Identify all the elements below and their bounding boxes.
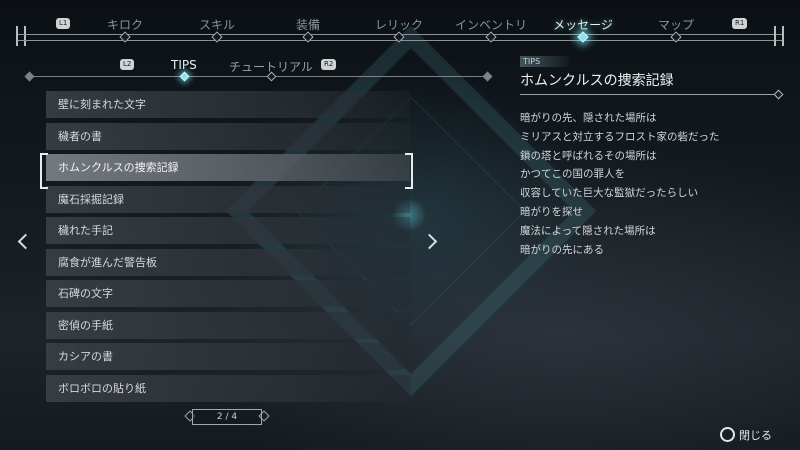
previous-page-arrow-icon[interactable]: [17, 233, 34, 250]
detail-body: 暗がりの先、隠された場所は ミリアスと対立するフロスト家の砦だった 鎖の塔と呼ば…: [520, 109, 782, 259]
detail-line: ミリアスと対立するフロスト家の砦だった: [520, 130, 720, 143]
l1-button-badge[interactable]: L1: [56, 18, 71, 29]
r1-button-badge[interactable]: R1: [732, 18, 748, 29]
sub-tab-rule-end-left: [24, 71, 35, 82]
detail-line: かつてこの国の罪人を: [520, 168, 625, 181]
list-item[interactable]: 魔石採掘記録: [46, 185, 410, 213]
list-item[interactable]: 穢者の書: [46, 122, 410, 150]
detail-line: 鎖の塔と呼ばれるその場所は: [520, 149, 657, 162]
top-tab-bar: L1 R1 キロク スキル 装備 レリック インベントリ メッセージ マップ: [0, 0, 800, 48]
circle-button-icon: [720, 427, 735, 442]
detail-pane: TIPS ホムンクルスの捜索記録 暗がりの先、隠された場所は ミリアスと対立する…: [520, 56, 784, 259]
detail-category-tag: TIPS: [520, 56, 569, 67]
list-item[interactable]: ボロボロの貼り紙: [46, 374, 410, 402]
sub-tab-rule-end-right: [482, 71, 493, 82]
detail-title-rule: [520, 89, 784, 100]
sub-tab-bar: L2 TIPS チュートリアル R2: [24, 54, 493, 82]
detail-title: ホムンクルスの捜索記録: [520, 73, 674, 89]
detail-line: 暗がりを探せ: [520, 205, 583, 218]
list-item[interactable]: カシアの書: [46, 343, 410, 370]
r2-button-badge[interactable]: R2: [321, 59, 337, 70]
selection-bracket-right: [405, 153, 413, 189]
sub-tab-node-tips: [179, 71, 190, 82]
page-number: 2 / 4: [192, 409, 262, 425]
list-item[interactable]: 壁に刻まれた文字: [46, 91, 410, 118]
detail-line: 暗がりの先にある: [520, 243, 604, 256]
tab-tips[interactable]: TIPS: [171, 58, 197, 72]
tab-bar-right-cap: [774, 26, 784, 46]
detail-line: 魔法によって隠された場所は: [520, 224, 656, 237]
list-item-selected[interactable]: ホムンクルスの捜索記録: [46, 154, 410, 181]
list-item[interactable]: 穢れた手記: [46, 217, 410, 244]
detail-rule-end: [773, 89, 784, 100]
selection-bracket-left: [40, 153, 48, 189]
list-item[interactable]: 密偵の手紙: [46, 311, 410, 339]
close-label: 閉じる: [739, 429, 772, 442]
list-item[interactable]: 石碑の文字: [46, 280, 410, 307]
sub-tab-rule: [28, 76, 488, 77]
tips-list: 壁に刻まれた文字 穢者の書 ホムンクルスの捜索記録 魔石採掘記録 穢れた手記 腐…: [46, 91, 410, 406]
close-button[interactable]: 閉じる: [720, 427, 772, 443]
detail-line: 収容していた巨大な監獄だったらしい: [520, 187, 699, 200]
page-indicator: 2 / 4: [182, 406, 272, 426]
list-item[interactable]: 腐食が進んだ警告板: [46, 248, 410, 276]
detail-line: 暗がりの先、隠された場所は: [520, 112, 657, 124]
l2-button-badge[interactable]: L2: [120, 59, 135, 70]
